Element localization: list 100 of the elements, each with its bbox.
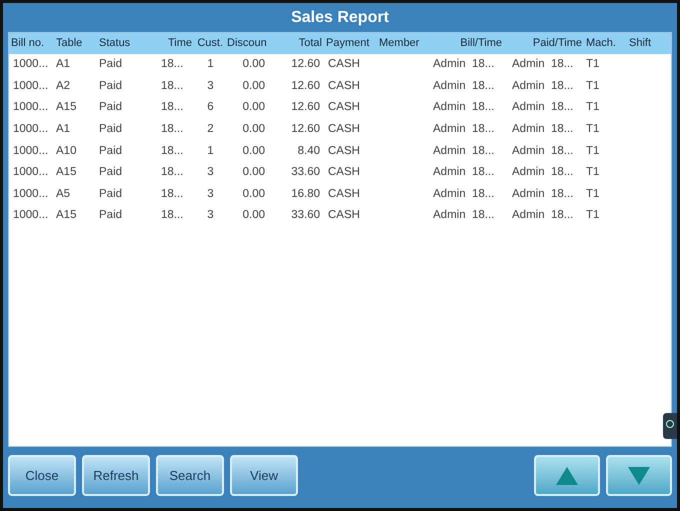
table-cell-text: Admin 18... (511, 100, 574, 116)
column-header[interactable]: Bill no. (9, 35, 54, 52)
toolbar-button[interactable]: Close (8, 455, 76, 496)
window-title: Sales Report (291, 8, 389, 28)
table-cell-text: CASH (327, 78, 361, 94)
scroll-up-button[interactable] (534, 455, 600, 496)
toolbar-button[interactable]: Refresh (82, 455, 150, 496)
table-cell-text: Admin 18... (432, 78, 496, 94)
table-cell-text: A1 (55, 57, 72, 72)
table-cell-text: Admin 18... (511, 57, 574, 72)
toolbar-button[interactable]: Search (156, 455, 224, 496)
column-header[interactable]: Bill/Time (429, 35, 504, 52)
table-cell-text: 0.00 (242, 78, 266, 94)
column-header[interactable]: Paid/Time (504, 35, 584, 52)
table-cell-text: 18... (160, 78, 184, 94)
table-cell-text: 1000... (12, 165, 50, 180)
column-header[interactable]: Time (159, 35, 194, 52)
column-header[interactable]: Mach. (584, 35, 627, 52)
table-cell-text: 1000... (12, 186, 50, 202)
table-cell-text: Admin 18... (432, 165, 496, 180)
table-cell-text: Paid (98, 122, 124, 137)
table-cell-text: 18... (160, 165, 184, 180)
table-cell-text: 0.00 (242, 100, 266, 116)
table-cell-text: Admin 18... (432, 208, 496, 224)
column-header[interactable]: Payment (324, 35, 377, 52)
table-cell-text: 1000... (12, 100, 50, 116)
table-cell-text: T1 (585, 78, 600, 94)
table-cell-text: 1 (206, 144, 215, 159)
table-cell-text: 12.60 (290, 122, 321, 137)
table-cell-text: 0.00 (242, 122, 266, 137)
column-header[interactable]: Status (97, 35, 159, 52)
table-cell-text: CASH (327, 165, 361, 180)
table-cell-text: CASH (327, 57, 361, 72)
table-cell-text: 0.00 (242, 186, 266, 202)
table-cell-text: A1 (55, 122, 72, 137)
side-handle-icon[interactable] (663, 413, 677, 439)
table-cell-text: A15 (55, 100, 78, 116)
table-cell-text: Paid (98, 165, 124, 180)
table-cell-text: Admin 18... (432, 57, 496, 72)
table-cell-text: 18... (160, 57, 184, 72)
table-cell-text: A5 (55, 186, 72, 202)
table-cell-text: Admin 18... (511, 78, 574, 94)
table-cell-text: 18... (160, 144, 184, 159)
table-cell-text: 12.60 (290, 78, 321, 94)
table-cell-text: 1000... (12, 78, 50, 94)
table-cell-text: CASH (327, 208, 361, 224)
table-cell-text: CASH (327, 122, 361, 137)
table-cell-text: 3 (206, 208, 215, 224)
table-cell-text: 1 (206, 57, 215, 72)
table-cell-text: CASH (327, 100, 361, 116)
table-cell-text: CASH (327, 144, 361, 159)
table-cell-text: 33.60 (290, 208, 321, 224)
table-cell-text: A15 (55, 208, 78, 224)
table-cell-text: 0.00 (242, 165, 266, 180)
table-cell-text: 0.00 (242, 208, 266, 224)
table-cell-text: Admin 18... (511, 186, 574, 202)
down-triangle-icon (628, 466, 650, 484)
table-cell-text: Paid (98, 208, 124, 224)
table-cell-text: Admin 18... (511, 122, 574, 137)
table-cell-text: T1 (585, 57, 600, 72)
table-cell-text: 12.60 (290, 57, 321, 72)
table-cell-text: Admin 18... (511, 144, 574, 159)
column-header[interactable]: Total (269, 35, 324, 52)
table-cell-text: 18... (160, 186, 184, 202)
table-cell-text: T1 (585, 165, 600, 180)
column-header[interactable]: Cust. (194, 35, 225, 52)
table-cell-text: 3 (206, 186, 215, 202)
table-cell-text: 1000... (12, 57, 50, 72)
table-cell-text: 0.00 (242, 144, 266, 159)
table-cell-text: Admin 18... (511, 208, 574, 224)
table-cell-text: CASH (327, 186, 361, 202)
toolbar-button[interactable]: View (230, 455, 298, 496)
table-cell-text: 12.60 (290, 100, 321, 116)
table-cell-text: Admin 18... (432, 122, 496, 137)
table-cell-text: Paid (98, 100, 124, 116)
table-cell-text: T1 (585, 208, 600, 224)
column-header[interactable]: Table (54, 35, 97, 52)
table-cell-text: 16.80 (290, 186, 321, 202)
table-cell-text: T1 (585, 122, 600, 137)
table-cell-text: 33.60 (290, 165, 321, 180)
table-cell-text: Admin 18... (432, 144, 496, 159)
scroll-down-button[interactable] (606, 455, 672, 496)
table-cell-text: 18... (160, 122, 184, 137)
table-cell-text: Paid (98, 144, 124, 159)
table-cell-text: 1000... (12, 208, 50, 224)
column-header[interactable]: Discoun (225, 35, 269, 52)
column-header[interactable]: Member (377, 35, 429, 52)
table-cell-text: Admin 18... (432, 186, 496, 202)
table-cell-text: 18... (160, 208, 184, 224)
table-cell-text: 3 (206, 78, 215, 94)
table-cell-text: A15 (55, 165, 78, 180)
table-cell-text: T1 (585, 186, 600, 202)
table-cell-text: A10 (55, 144, 78, 159)
table-cell-text: Paid (98, 57, 124, 72)
table-cell-text: 1000... (12, 122, 50, 137)
table-cell-text: 1000... (12, 144, 50, 159)
table-cell-text: 0.00 (242, 57, 266, 72)
column-header[interactable]: Shift (627, 35, 667, 52)
table-cell-text: 8.40 (296, 144, 321, 159)
table-cell-text: T1 (585, 100, 600, 116)
